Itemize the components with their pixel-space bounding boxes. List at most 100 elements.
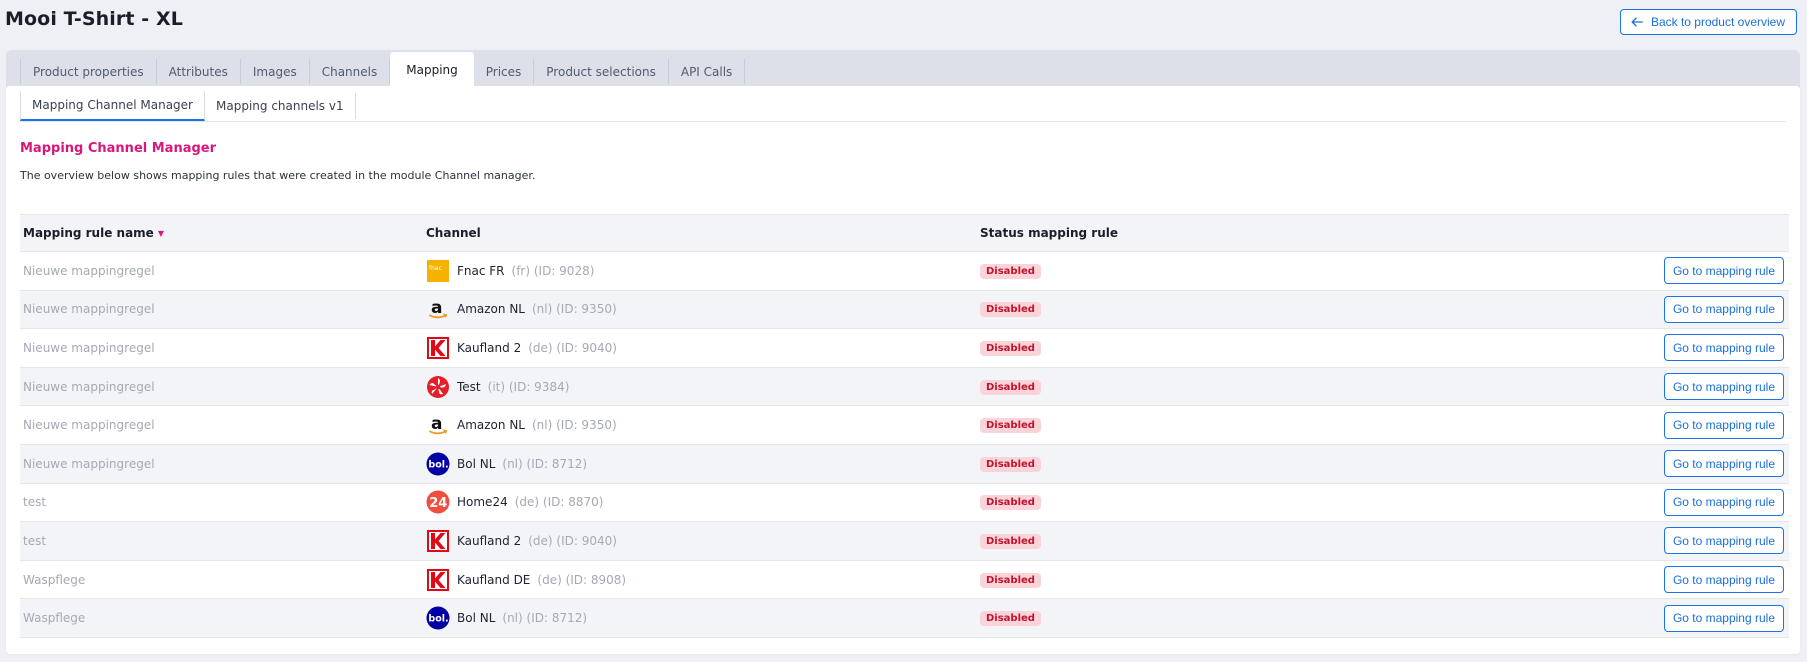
channel-meta: (nl) (ID: 9350) <box>531 302 617 317</box>
table-row: Nieuwe mappingregel a Amazon NL (nl) (ID… <box>20 406 1789 445</box>
mapping-rules-table: Mapping rule name ▼ Channel Status mappin… <box>20 214 1789 638</box>
main-tabs-bar: Product properties Attributes Images Cha… <box>6 50 1800 88</box>
table-row: Nieuwe mappingregel Kaufland 2 (de) (ID:… <box>20 329 1789 368</box>
status-badge: Disabled <box>980 263 1041 279</box>
go-to-mapping-rule-button[interactable]: Go to mapping rule <box>1663 295 1784 323</box>
kaufland-logo-icon <box>426 529 450 553</box>
channel-name: Kaufland 2 <box>457 340 522 355</box>
test-channel-logo-icon <box>426 375 450 399</box>
go-to-mapping-rule-button[interactable]: Go to mapping rule <box>1663 566 1784 594</box>
status-badge: Disabled <box>980 340 1041 356</box>
table-row: Nieuwe mappingregel a Amazon NL (nl) (ID… <box>20 290 1789 330</box>
table-row: Nieuwe mappingregel Test (it) (ID: 9384)… <box>20 367 1789 407</box>
go-to-mapping-rule-button[interactable]: Go to mapping rule <box>1663 257 1784 285</box>
header-status: Status mapping rule <box>980 226 1118 240</box>
section-title: Mapping Channel Manager <box>20 141 217 156</box>
status-badge: Disabled <box>980 572 1041 588</box>
tab-api-calls[interactable]: API Calls <box>669 59 746 84</box>
sort-desc-icon[interactable]: ▼ <box>158 229 164 238</box>
page-title: Mooi T-Shirt - XL <box>5 8 183 30</box>
subtab-mapping-channels-v1[interactable]: Mapping channels v1 <box>205 93 356 119</box>
channel-meta: (it) (ID: 9384) <box>487 379 570 394</box>
rule-name: Waspflege <box>23 572 86 587</box>
header-rule-name[interactable]: Mapping rule name ▼ <box>20 226 423 240</box>
go-to-mapping-rule-button[interactable]: Go to mapping rule <box>1663 411 1784 439</box>
svg-text:a: a <box>431 414 442 434</box>
channel-meta: (fr) (ID: 9028) <box>511 263 595 278</box>
tab-prices[interactable]: Prices <box>474 59 535 84</box>
arrow-left-icon <box>1631 17 1643 27</box>
go-to-mapping-rule-button[interactable]: Go to mapping rule <box>1663 373 1784 401</box>
amazon-logo-icon: a <box>426 413 450 437</box>
svg-text:fnac: fnac <box>429 265 442 272</box>
channel-meta: (nl) (ID: 8712) <box>502 456 588 471</box>
rule-name: Nieuwe mappingregel <box>23 418 155 433</box>
channel-name: Bol NL <box>457 611 496 626</box>
channel-name: Test <box>457 379 481 394</box>
svg-text:a: a <box>431 298 442 318</box>
channel-name: Kaufland 2 <box>457 533 522 548</box>
home24-logo-icon: 24 <box>426 490 450 514</box>
status-badge: Disabled <box>980 611 1041 627</box>
go-to-mapping-rule-button[interactable]: Go to mapping rule <box>1663 334 1784 362</box>
back-button-label: Back to product overview <box>1650 15 1785 29</box>
channel-meta: (nl) (ID: 8712) <box>502 611 588 626</box>
rule-name: test <box>23 533 47 548</box>
tab-attributes[interactable]: Attributes <box>157 59 241 84</box>
tab-product-properties[interactable]: Product properties <box>20 59 157 84</box>
channel-name: Amazon NL <box>457 302 525 317</box>
status-badge: Disabled <box>980 495 1041 511</box>
bol-logo-icon: bol. <box>426 606 450 630</box>
rule-name: Waspflege <box>23 611 86 626</box>
rule-name: test <box>23 495 47 510</box>
amazon-logo-icon: a <box>426 297 450 321</box>
header-channel: Channel <box>426 226 481 240</box>
table-row: Waspflege bol. Bol NL (nl) (ID: 8712) Di… <box>20 599 1789 638</box>
status-badge: Disabled <box>980 379 1041 395</box>
main-tabs: Product properties Attributes Images Cha… <box>20 52 746 88</box>
table-row: Nieuwe mappingregel bol. Bol NL (nl) (ID… <box>20 444 1789 484</box>
table-row: Nieuwe mappingregel fnac Fnac FR (fr) (I… <box>20 252 1789 291</box>
kaufland-logo-icon <box>426 336 450 360</box>
fnac-logo-icon: fnac <box>426 259 450 283</box>
tab-images[interactable]: Images <box>241 59 310 84</box>
table-header: Mapping rule name ▼ Channel Status mappin… <box>20 214 1789 252</box>
status-badge: Disabled <box>980 533 1041 549</box>
section-description: The overview below shows mapping rules t… <box>20 169 536 182</box>
rule-name: Nieuwe mappingregel <box>23 379 155 394</box>
status-badge: Disabled <box>980 456 1041 472</box>
rule-name: Nieuwe mappingregel <box>23 302 155 317</box>
rule-name: Nieuwe mappingregel <box>23 456 155 471</box>
svg-text:24: 24 <box>429 496 447 511</box>
status-badge: Disabled <box>980 418 1041 434</box>
tab-mapping[interactable]: Mapping <box>390 52 474 88</box>
channel-meta: (de) (ID: 9040) <box>528 340 617 355</box>
channel-meta: (nl) (ID: 9350) <box>531 418 617 433</box>
svg-text:bol.: bol. <box>428 459 448 470</box>
go-to-mapping-rule-button[interactable]: Go to mapping rule <box>1663 488 1784 516</box>
channel-name: Fnac FR <box>457 263 505 278</box>
channel-name: Bol NL <box>457 456 496 471</box>
channel-meta: (de) (ID: 8908) <box>537 572 627 587</box>
subtab-mapping-channel-manager[interactable]: Mapping Channel Manager <box>20 91 205 121</box>
go-to-mapping-rule-button[interactable]: Go to mapping rule <box>1663 450 1784 478</box>
back-to-product-overview-button[interactable]: Back to product overview <box>1619 9 1797 35</box>
rule-name: Nieuwe mappingregel <box>23 340 155 355</box>
channel-name: Home24 <box>457 495 508 510</box>
table-row: test 24 Home24 (de) (ID: 8870) Disabled … <box>20 484 1789 523</box>
go-to-mapping-rule-button[interactable]: Go to mapping rule <box>1663 527 1784 555</box>
channel-name: Amazon NL <box>457 418 525 433</box>
sub-tabs: Mapping Channel Manager Mapping channels… <box>20 91 1786 122</box>
kaufland-logo-icon <box>426 568 450 592</box>
mapping-panel: Mapping Channel Manager Mapping channels… <box>6 86 1800 654</box>
rule-name: Nieuwe mappingregel <box>23 263 155 278</box>
channel-meta: (de) (ID: 9040) <box>528 533 617 548</box>
table-row: Waspflege Kaufland DE (de) (ID: 8908) Di… <box>20 561 1789 600</box>
table-row: test Kaufland 2 (de) (ID: 9040) Disabled… <box>20 522 1789 561</box>
tab-channels[interactable]: Channels <box>310 59 391 84</box>
channel-name: Kaufland DE <box>457 572 531 587</box>
go-to-mapping-rule-button[interactable]: Go to mapping rule <box>1663 604 1784 632</box>
svg-text:bol.: bol. <box>428 614 448 625</box>
tab-product-selections[interactable]: Product selections <box>534 59 669 84</box>
bol-logo-icon: bol. <box>426 452 450 476</box>
